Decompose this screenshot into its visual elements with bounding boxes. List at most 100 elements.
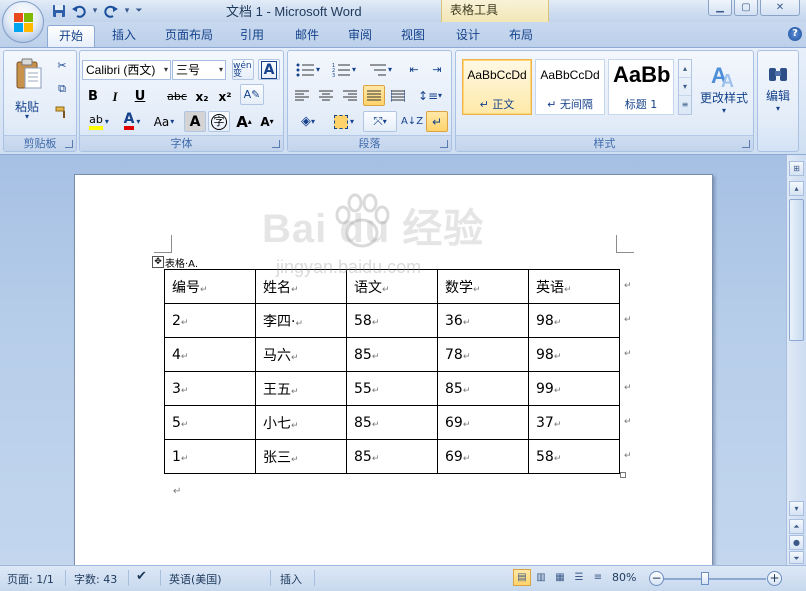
print-layout-view-icon[interactable]: ▤ xyxy=(513,569,531,586)
line-spacing-button[interactable]: ↕≡ ▾ xyxy=(413,85,447,106)
tab-references[interactable]: 引用 xyxy=(230,25,274,47)
table-cell[interactable]: 58↵ xyxy=(346,303,438,338)
previous-page-icon[interactable]: ⏶ xyxy=(789,519,804,534)
italic-button[interactable]: I xyxy=(105,86,125,107)
table-cell[interactable]: 85↵ xyxy=(437,371,529,406)
strikethrough-button[interactable]: abc xyxy=(164,86,190,107)
proofing-icon[interactable]: ✔︎ xyxy=(136,569,147,584)
bold-button[interactable]: B xyxy=(83,86,103,107)
language-indicator[interactable]: 英语(美国) xyxy=(169,571,222,587)
table-cell[interactable]: 英语↵ xyxy=(528,269,620,304)
table-cell[interactable]: 李四·↵ xyxy=(255,303,347,338)
increase-indent-icon[interactable]: ⇥ xyxy=(426,59,448,80)
office-button[interactable] xyxy=(2,1,44,43)
clear-format-icon[interactable]: A✎ xyxy=(240,84,264,105)
styles-launcher-icon[interactable] xyxy=(742,140,750,148)
tab-home[interactable]: 开始 xyxy=(47,25,95,47)
clipboard-launcher-icon[interactable] xyxy=(65,140,73,148)
font-name-combo[interactable]: Calibri (西文) ▾ xyxy=(82,60,171,80)
table-cell[interactable]: 98↵ xyxy=(528,337,620,372)
subscript-button[interactable]: x₂ xyxy=(191,86,213,107)
minimize-icon[interactable]: ▁ xyxy=(708,0,732,16)
cut-icon[interactable]: ✂ xyxy=(52,55,72,76)
table-resize-handle[interactable] xyxy=(620,472,626,478)
tab-view[interactable]: 视图 xyxy=(391,25,435,47)
align-right-icon[interactable] xyxy=(339,85,361,106)
table-move-handle-icon[interactable]: ✥ xyxy=(152,256,164,268)
table-cell[interactable]: 85↵ xyxy=(346,439,438,474)
save-icon[interactable] xyxy=(50,2,68,20)
table-cell[interactable]: 马六↵ xyxy=(255,337,347,372)
shrink-font-button[interactable]: A ▾ xyxy=(257,111,277,132)
table-cell[interactable]: 3↵ xyxy=(164,371,256,406)
table-cell[interactable]: 编号↵ xyxy=(164,269,256,304)
style-heading-1[interactable]: AaBb 标题 1 xyxy=(608,59,674,115)
table-cell[interactable]: 98↵ xyxy=(528,303,620,338)
phonetic-guide-button[interactable]: wén 变 xyxy=(232,59,254,80)
zoom-slider-track[interactable] xyxy=(664,578,766,580)
draft-view-icon[interactable]: ≡ xyxy=(589,569,607,586)
gallery-down-icon[interactable]: ▾ xyxy=(679,78,691,96)
change-case-button[interactable]: Aa ▾ xyxy=(150,111,178,132)
tab-review[interactable]: 审阅 xyxy=(338,25,382,47)
redo-dropdown-icon[interactable]: ▾ xyxy=(122,6,132,16)
format-painter-icon[interactable] xyxy=(52,101,72,122)
table-cell[interactable]: 85↵ xyxy=(346,337,438,372)
table-cell[interactable]: 78↵ xyxy=(437,337,529,372)
outline-view-icon[interactable]: ☰ xyxy=(570,569,588,586)
tab-insert[interactable]: 插入 xyxy=(102,25,146,47)
sort-icon[interactable]: A↓Z xyxy=(401,111,423,132)
score-table[interactable]: 编号↵ 姓名↵ 语文↵ 数学↵ 英语↵ 2↵ 李四·↵ 58↵ 36↵ 98↵ … xyxy=(164,269,620,474)
table-cell[interactable]: 55↵ xyxy=(346,371,438,406)
chinese-layout-button[interactable]: ⤧ ▾ xyxy=(363,111,397,132)
bullets-button[interactable]: ▾ xyxy=(291,59,325,80)
zoom-out-icon[interactable]: − xyxy=(649,571,664,586)
paste-button[interactable]: 粘贴 ▾ xyxy=(6,53,50,121)
change-styles-button[interactable]: A A 更改样式 ▾ xyxy=(696,53,752,123)
table-cell[interactable]: 张三↵ xyxy=(255,439,347,474)
underline-button[interactable]: U xyxy=(127,86,153,107)
insert-mode[interactable]: 插入 xyxy=(280,571,302,587)
redo-icon[interactable] xyxy=(102,2,120,20)
table-cell[interactable]: 小七↵ xyxy=(255,405,347,440)
scroll-down-icon[interactable]: ▾ xyxy=(789,501,804,516)
styles-gallery-scroll[interactable]: ▴ ▾ ≡ xyxy=(678,59,692,115)
web-layout-icon[interactable]: ▦ xyxy=(551,569,569,586)
browse-object-icon[interactable]: ● xyxy=(789,535,804,550)
maximize-icon[interactable]: ▢ xyxy=(734,0,758,16)
table-cell[interactable]: 69↵ xyxy=(437,405,529,440)
editing-button[interactable]: 编辑 ▾ xyxy=(760,55,796,123)
enclose-char-button[interactable]: 字 xyxy=(208,111,230,132)
distributed-icon[interactable] xyxy=(387,85,409,106)
font-size-combo[interactable]: 三号 ▾ xyxy=(172,60,226,80)
page-count[interactable]: 页面: 1/1 xyxy=(7,571,54,587)
paragraph-launcher-icon[interactable] xyxy=(440,140,448,148)
undo-dropdown-icon[interactable]: ▾ xyxy=(90,6,100,16)
zoom-in-icon[interactable]: + xyxy=(767,571,782,586)
superscript-button[interactable]: x² xyxy=(214,86,236,107)
justify-icon[interactable] xyxy=(363,85,385,106)
help-icon[interactable]: ? xyxy=(788,27,802,41)
align-left-icon[interactable] xyxy=(291,85,313,106)
scroll-up-icon[interactable]: ▴ xyxy=(789,181,804,196)
align-center-icon[interactable] xyxy=(315,85,337,106)
char-border-button[interactable]: A xyxy=(258,59,280,80)
copy-icon[interactable]: ⧉ xyxy=(52,78,72,99)
vertical-scrollbar[interactable]: ⊞ ▴ ▾ ⏶ ● ⏷ xyxy=(786,155,806,565)
gallery-up-icon[interactable]: ▴ xyxy=(679,60,691,78)
word-count[interactable]: 字数: 43 xyxy=(74,571,117,587)
numbering-button[interactable]: 123 ▾ xyxy=(327,59,361,80)
tab-design[interactable]: 设计 xyxy=(446,25,490,47)
close-icon[interactable]: ✕ xyxy=(760,0,800,16)
customize-qat-icon[interactable]: ⏷ xyxy=(134,6,144,16)
table-cell[interactable]: 2↵ xyxy=(164,303,256,338)
font-launcher-icon[interactable] xyxy=(272,140,280,148)
highlight-button[interactable]: ab ▾ xyxy=(83,111,115,132)
shading-button[interactable]: ◈ ▾ xyxy=(291,111,325,132)
table-caption[interactable]: 表格·A. xyxy=(165,255,198,270)
tab-page-layout[interactable]: 页面布局 xyxy=(157,25,221,47)
table-cell[interactable]: 4↵ xyxy=(164,337,256,372)
char-shading-button[interactable]: A xyxy=(184,111,206,132)
undo-icon[interactable] xyxy=(70,2,88,20)
decrease-indent-icon[interactable]: ⇤ xyxy=(403,59,425,80)
